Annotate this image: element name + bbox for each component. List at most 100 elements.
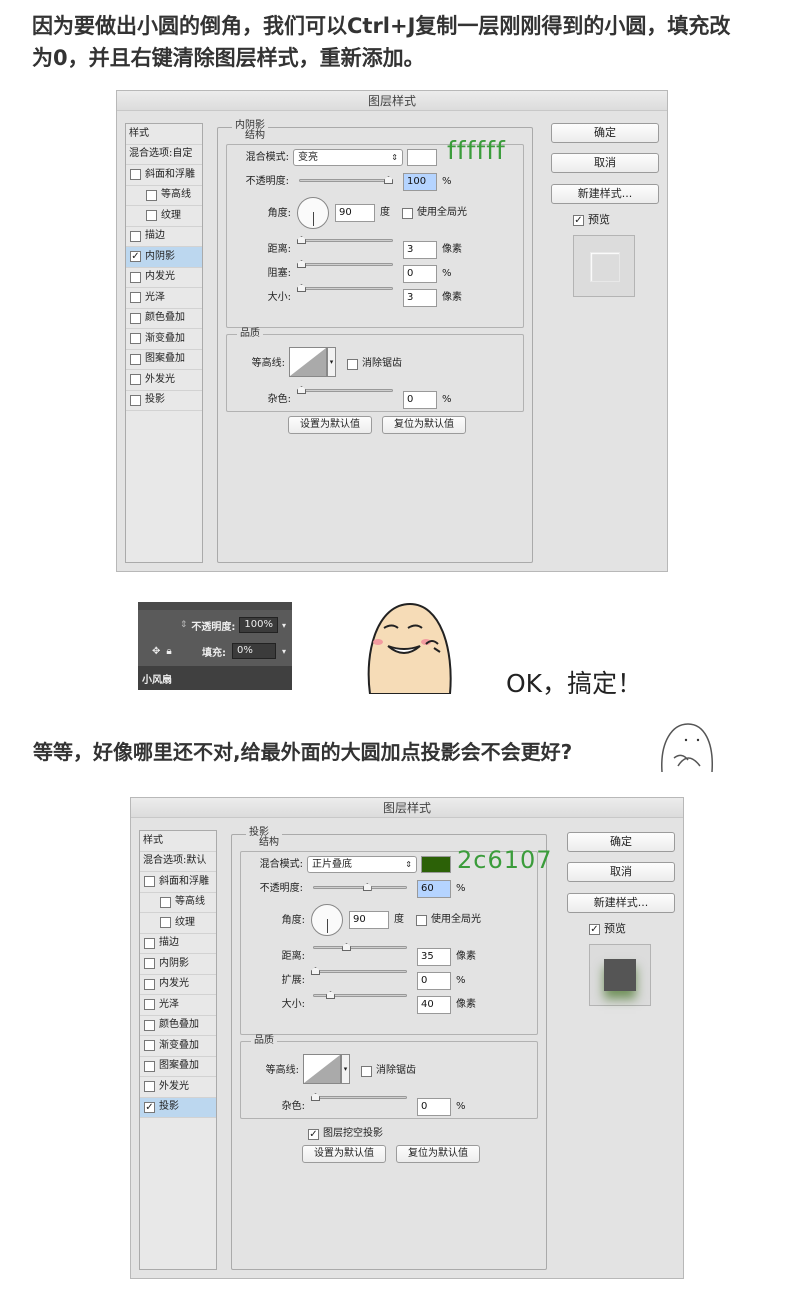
opacity-input[interactable]: 100 bbox=[403, 173, 437, 191]
style-checkbox[interactable] bbox=[130, 353, 141, 365]
style-checkbox[interactable] bbox=[144, 1019, 155, 1031]
noise-slider-knob[interactable] bbox=[297, 386, 306, 394]
style-checkbox[interactable] bbox=[144, 1060, 155, 1072]
reset-default-button[interactable]: 复位为默认值 bbox=[396, 1145, 480, 1163]
blend-mode-select[interactable]: 变亮 ⇕ bbox=[293, 149, 403, 166]
style-checkbox[interactable] bbox=[144, 999, 155, 1011]
style-checkbox[interactable]: ✓ bbox=[130, 251, 141, 263]
angle-input[interactable]: 90 bbox=[335, 204, 375, 222]
style-checkbox[interactable] bbox=[130, 394, 141, 406]
style-checkbox[interactable] bbox=[144, 978, 155, 990]
style-checkbox[interactable] bbox=[130, 230, 141, 242]
distance-slider[interactable] bbox=[297, 236, 393, 244]
antialias-option[interactable]: 消除锯齿 bbox=[361, 1064, 416, 1078]
color-swatch[interactable] bbox=[407, 149, 437, 166]
lock-icon[interactable]: 🔒︎ bbox=[166, 646, 171, 657]
style-checkbox[interactable] bbox=[144, 1081, 155, 1093]
style-list-item[interactable]: ✓ 内阴影 bbox=[126, 247, 202, 268]
style-checkbox[interactable] bbox=[144, 876, 155, 888]
ok-button[interactable]: 确定 bbox=[567, 832, 675, 852]
style-checkbox[interactable]: ✓ bbox=[144, 1101, 155, 1113]
distance-slider-knob[interactable] bbox=[342, 943, 351, 951]
opacity-slider[interactable] bbox=[299, 176, 393, 184]
style-list-item[interactable]: 光泽 bbox=[140, 995, 216, 1016]
style-list-item[interactable]: 外发光 bbox=[140, 1077, 216, 1098]
angle-dial[interactable] bbox=[297, 197, 329, 229]
make-default-button[interactable]: 设置为默认值 bbox=[288, 416, 372, 434]
style-list-item[interactable]: 等高线 bbox=[140, 893, 216, 913]
size-slider[interactable] bbox=[313, 991, 407, 999]
style-list-item[interactable]: 内发光 bbox=[140, 975, 216, 995]
style-list-item[interactable]: 纹理 bbox=[140, 913, 216, 934]
spread-slider-knob[interactable] bbox=[311, 967, 320, 975]
opacity-slider-knob[interactable] bbox=[384, 176, 393, 184]
distance-input[interactable]: 35 bbox=[417, 948, 451, 966]
style-list-item[interactable]: 斜面和浮雕 bbox=[126, 165, 202, 186]
choke-slider-knob[interactable] bbox=[297, 260, 306, 268]
style-checkbox[interactable] bbox=[144, 958, 155, 970]
distance-slider[interactable] bbox=[313, 943, 407, 951]
size-slider-knob[interactable] bbox=[326, 991, 335, 999]
distance-slider-knob[interactable] bbox=[297, 236, 306, 244]
antialias-checkbox[interactable] bbox=[361, 1065, 372, 1077]
style-checkbox[interactable] bbox=[130, 374, 141, 386]
blend-options-item[interactable]: 混合选项:默认 bbox=[140, 852, 216, 872]
size-input[interactable]: 3 bbox=[403, 289, 437, 307]
style-checkbox[interactable] bbox=[160, 917, 171, 929]
style-list-item[interactable]: 投影 bbox=[126, 391, 202, 411]
layer-name-row[interactable]: 小风扇 bbox=[138, 666, 292, 690]
choke-slider[interactable] bbox=[297, 260, 393, 268]
make-default-button[interactable]: 设置为默认值 bbox=[302, 1145, 386, 1163]
opacity-slider[interactable] bbox=[313, 883, 407, 891]
global-light-option[interactable]: 使用全局光 bbox=[416, 913, 481, 927]
new-style-button[interactable]: 新建样式... bbox=[551, 184, 659, 204]
ok-button[interactable]: 确定 bbox=[551, 123, 659, 143]
style-checkbox[interactable] bbox=[144, 1040, 155, 1052]
preview-checkbox[interactable]: ✓ bbox=[573, 214, 584, 226]
color-swatch[interactable] bbox=[421, 856, 451, 873]
contour-picker[interactable] bbox=[303, 1054, 341, 1084]
style-list-item[interactable]: 光泽 bbox=[126, 288, 202, 309]
preview-option[interactable]: ✓ 预览 bbox=[573, 213, 610, 227]
noise-slider-knob[interactable] bbox=[311, 1093, 320, 1101]
style-checkbox[interactable] bbox=[144, 937, 155, 949]
noise-slider[interactable] bbox=[297, 386, 393, 394]
antialias-checkbox[interactable] bbox=[347, 358, 358, 370]
style-checkbox[interactable] bbox=[130, 169, 141, 181]
blend-mode-select[interactable]: 正片叠底 ⇕ bbox=[307, 856, 417, 873]
noise-input[interactable]: 0 bbox=[403, 391, 437, 409]
contour-picker[interactable] bbox=[289, 347, 327, 377]
style-list-item[interactable]: 描边 bbox=[140, 934, 216, 954]
angle-dial[interactable] bbox=[311, 904, 343, 936]
contour-dropdown-arrow-icon[interactable]: ▾ bbox=[327, 347, 336, 377]
style-list-item[interactable]: 等高线 bbox=[126, 186, 202, 206]
cancel-button[interactable]: 取消 bbox=[567, 862, 675, 882]
knockout-option[interactable]: ✓ 图层挖空投影 bbox=[308, 1127, 383, 1141]
style-list-item[interactable]: 外发光 bbox=[126, 370, 202, 391]
opacity-slider-knob[interactable] bbox=[362, 883, 372, 891]
style-checkbox[interactable] bbox=[130, 292, 141, 304]
distance-input[interactable]: 3 bbox=[403, 241, 437, 259]
knockout-checkbox[interactable]: ✓ bbox=[308, 1128, 319, 1140]
choke-input[interactable]: 0 bbox=[403, 265, 437, 283]
noise-slider[interactable] bbox=[311, 1093, 407, 1101]
chevron-down-icon[interactable]: ▾ bbox=[282, 647, 292, 656]
preview-checkbox[interactable]: ✓ bbox=[589, 923, 600, 935]
chevron-down-icon[interactable]: ▾ bbox=[282, 621, 286, 630]
move-icon[interactable]: ✥ bbox=[152, 646, 160, 657]
spread-input[interactable]: 0 bbox=[417, 972, 451, 990]
style-checkbox[interactable] bbox=[146, 210, 157, 222]
style-list-item[interactable]: 纹理 bbox=[126, 206, 202, 227]
opacity-input[interactable]: 60 bbox=[417, 880, 451, 898]
style-list-item[interactable]: 斜面和浮雕 bbox=[140, 872, 216, 893]
style-list-item[interactable]: 图案叠加 bbox=[126, 350, 202, 370]
antialias-option[interactable]: 消除锯齿 bbox=[347, 357, 402, 371]
style-list-item[interactable]: 颜色叠加 bbox=[140, 1016, 216, 1036]
cancel-button[interactable]: 取消 bbox=[551, 153, 659, 173]
style-list-item[interactable]: ✓ 投影 bbox=[140, 1097, 216, 1118]
style-list-item[interactable]: 描边 bbox=[126, 227, 202, 247]
style-checkbox[interactable] bbox=[130, 271, 141, 283]
blend-options-item[interactable]: 混合选项:自定 bbox=[126, 145, 202, 165]
style-checkbox[interactable] bbox=[146, 189, 157, 201]
style-checkbox[interactable] bbox=[130, 333, 141, 345]
